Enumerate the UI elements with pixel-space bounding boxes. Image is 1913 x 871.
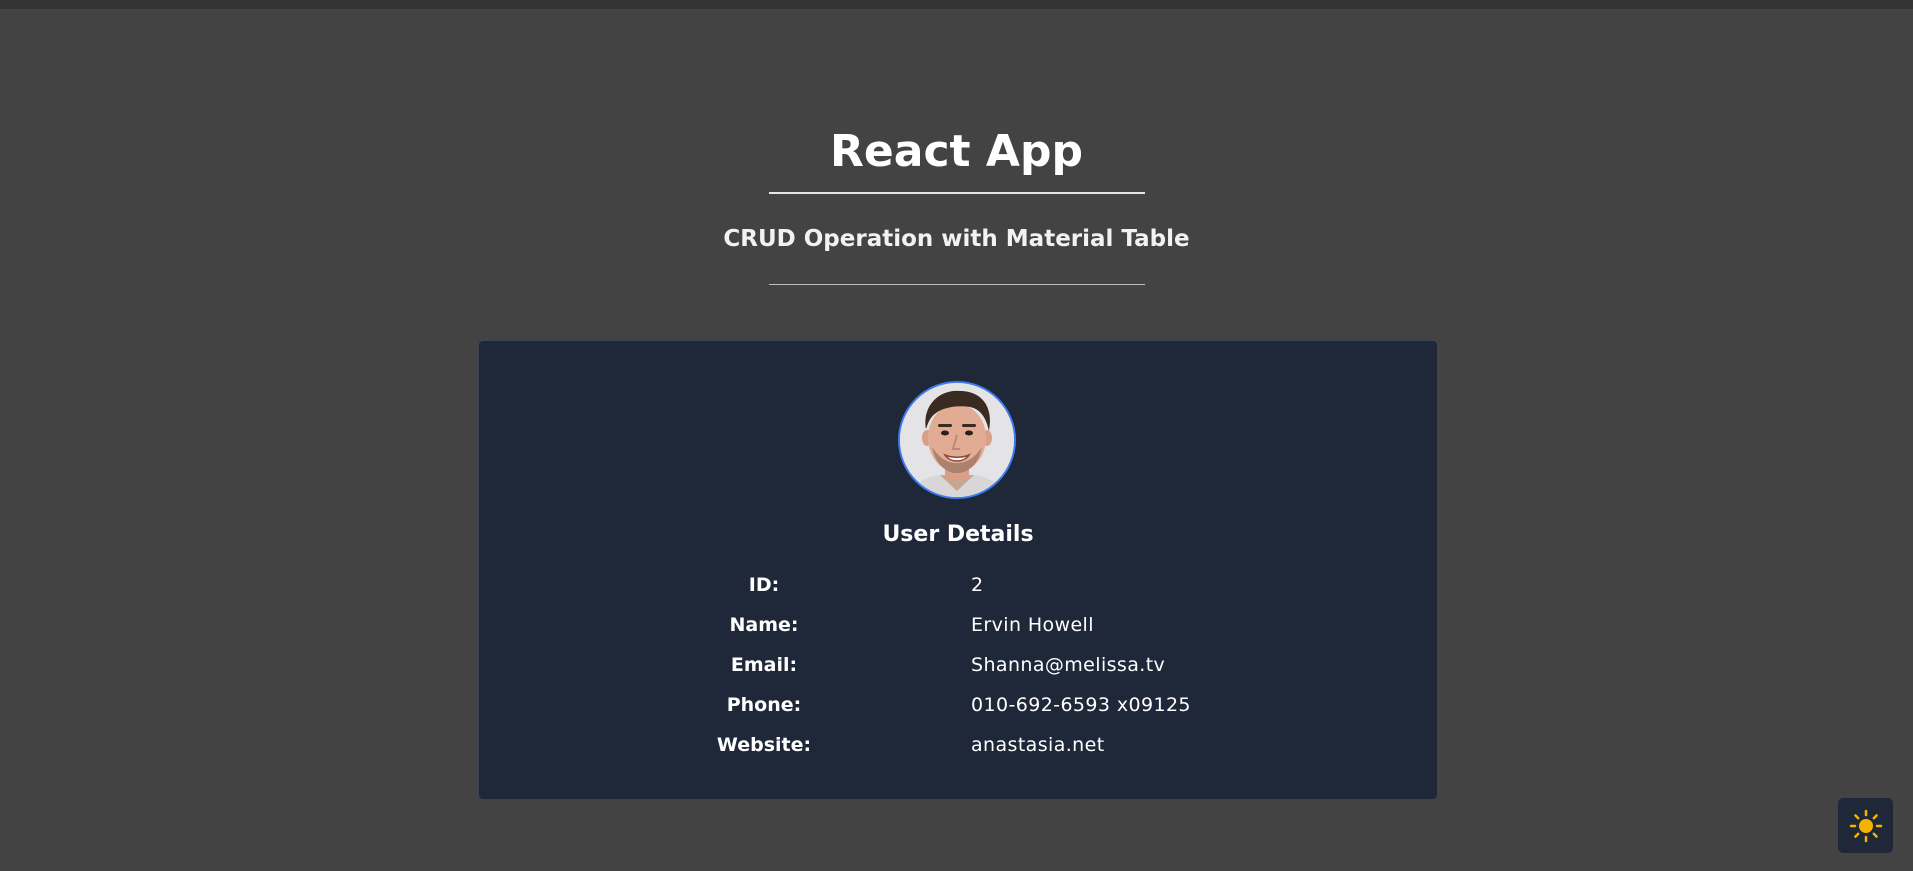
page-title: React App (830, 126, 1083, 177)
top-bar (0, 0, 1913, 9)
detail-row-website: Website: anastasia.net (479, 733, 1437, 773)
theme-toggle-button[interactable] (1838, 798, 1893, 853)
detail-row-email: Email: Shanna@melissa.tv (479, 653, 1437, 693)
user-details-list: ID: 2 Name: Ervin Howell Email: Shanna@m… (479, 573, 1437, 773)
page-header: React App CRUD Operation with Material T… (0, 122, 1913, 285)
name-value: Ervin Howell (971, 614, 1094, 636)
detail-row-name: Name: Ervin Howell (479, 613, 1437, 653)
phone-label: Phone: (726, 694, 802, 716)
email-value: Shanna@melissa.tv (971, 654, 1166, 676)
detail-row-id: ID: 2 (479, 573, 1437, 613)
phone-value: 010-692-6593 x09125 (971, 694, 1191, 716)
avatar-portrait-icon (900, 383, 1014, 497)
website-label: Website: (716, 734, 812, 756)
avatar (898, 381, 1016, 499)
email-label: Email: (730, 654, 798, 676)
user-details-card: User Details ID: 2 Name: Ervin Howell Em… (478, 340, 1438, 800)
title-divider (768, 192, 1145, 194)
id-label: ID: (748, 574, 780, 596)
id-value: 2 (971, 574, 984, 596)
detail-row-phone: Phone: 010-692-6593 x09125 (479, 693, 1437, 733)
subtitle-divider (768, 284, 1145, 285)
page-subtitle: CRUD Operation with Material Table (723, 226, 1190, 252)
sun-icon (1849, 809, 1882, 842)
name-label: Name: (729, 614, 799, 636)
website-value: anastasia.net (971, 734, 1105, 756)
card-title: User Details (882, 522, 1034, 547)
